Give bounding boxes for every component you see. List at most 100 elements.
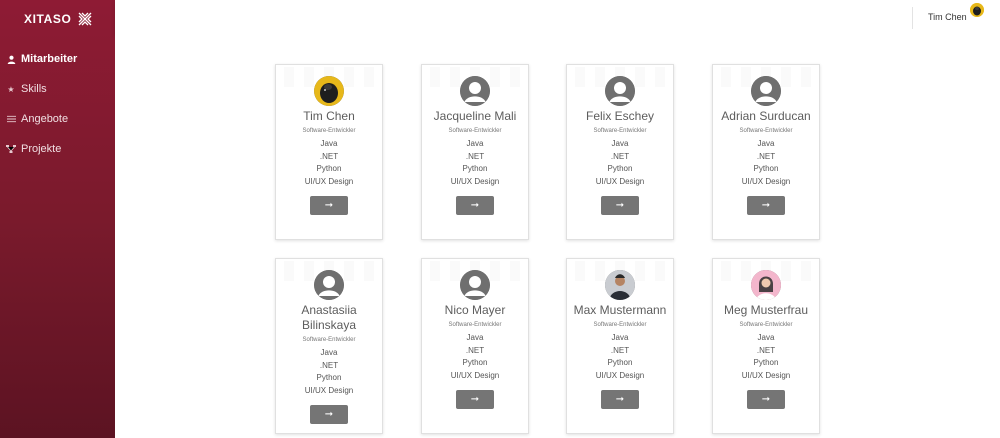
- arrow-right-icon: ➞: [324, 200, 334, 211]
- arrow-right-icon: ➞: [615, 200, 625, 211]
- open-profile-button[interactable]: ➞: [747, 196, 785, 215]
- user-placeholder-icon: [460, 76, 490, 106]
- avatar: [751, 270, 781, 300]
- employee-role: Software-Entwickler: [593, 322, 647, 328]
- skill-item: Python: [462, 164, 488, 173]
- skill-item: Python: [753, 358, 779, 367]
- skill-item: UI/UX Design: [450, 176, 500, 186]
- person-icon: [6, 54, 16, 64]
- employee-card[interactable]: Nico Mayer Software-Entwickler Java .NET Pyt…: [421, 258, 529, 434]
- employee-role: Software-Entwickler: [302, 337, 356, 343]
- user-placeholder-icon: [460, 270, 490, 300]
- user-placeholder-icon: [605, 76, 635, 106]
- arrow-right-icon: ➞: [470, 200, 480, 211]
- top-header: Tim Chen: [115, 0, 1000, 36]
- open-profile-button[interactable]: ➞: [747, 390, 785, 409]
- skill-item: Java: [611, 139, 629, 148]
- skill-item: UI/UX Design: [741, 370, 791, 380]
- skill-item: Python: [316, 164, 342, 173]
- skill-item: .NET: [610, 151, 630, 161]
- employee-name: Adrian Surducan: [721, 109, 811, 123]
- skill-item: Java: [611, 333, 629, 342]
- open-profile-button[interactable]: ➞: [456, 390, 494, 409]
- skill-item: UI/UX Design: [450, 370, 500, 380]
- skill-list: Java .NET Python UI/UX Design: [422, 138, 528, 188]
- open-profile-button[interactable]: ➞: [456, 196, 494, 215]
- sidebar-item-label: Projekte: [21, 143, 62, 155]
- brand-name: XITASO: [24, 12, 72, 26]
- skill-item: Java: [757, 333, 775, 342]
- skill-list: Java .NET Python UI/UX Design: [713, 332, 819, 382]
- skill-item: UI/UX Design: [595, 176, 645, 186]
- avatar: [605, 270, 635, 300]
- hierarchy-icon: [6, 144, 16, 154]
- skill-list: Java .NET Python UI/UX Design: [713, 138, 819, 188]
- sidebar-item-skills[interactable]: ★ Skills: [0, 74, 115, 104]
- employee-card[interactable]: Meg Musterfrau Software-Entwickler Java .NE…: [712, 258, 820, 434]
- avatar: [314, 76, 344, 106]
- user-placeholder-icon: [314, 270, 344, 300]
- skill-item: UI/UX Design: [595, 370, 645, 380]
- employee-name: Anastasiia Bilinskaya: [301, 303, 357, 332]
- header-user-name[interactable]: Tim Chen: [928, 12, 967, 22]
- employee-card[interactable]: Max Mustermann Software-Entwickler Java .NE…: [566, 258, 674, 434]
- list-icon: [6, 114, 16, 124]
- employee-name: Tim Chen: [303, 109, 355, 123]
- employee-name: Max Mustermann: [573, 303, 667, 317]
- main-content: Tim Chen Software-Entwickler Java .NET Pytho…: [115, 36, 1000, 438]
- skill-item: .NET: [319, 360, 339, 370]
- employee-name: Meg Musterfrau: [723, 303, 809, 317]
- star-icon: ★: [7, 84, 15, 94]
- sidebar-item-label: Angebote: [21, 113, 69, 125]
- header-divider: [912, 7, 913, 29]
- sidebar: XITASO Mitarbeiter ★ Skills Angebote Pro…: [0, 0, 115, 438]
- employee-role: Software-Entwickler: [448, 322, 502, 328]
- employee-role: Software-Entwickler: [593, 128, 647, 134]
- open-profile-button[interactable]: ➞: [310, 196, 348, 215]
- employee-name: Felix Eschey: [585, 109, 655, 123]
- employee-card[interactable]: Felix Eschey Software-Entwickler Java .NET P…: [566, 64, 674, 240]
- arrow-right-icon: ➞: [615, 394, 625, 405]
- sidebar-item-label: Skills: [21, 83, 47, 95]
- arrow-right-icon: ➞: [470, 394, 480, 405]
- header-user-avatar[interactable]: [970, 3, 984, 17]
- skill-item: Java: [320, 348, 338, 357]
- sidebar-nav: Mitarbeiter ★ Skills Angebote Projekte: [0, 44, 115, 164]
- skill-list: Java .NET Python UI/UX Design: [422, 332, 528, 382]
- employee-card[interactable]: Adrian Surducan Software-Entwickler Java .N…: [712, 64, 820, 240]
- open-profile-button[interactable]: ➞: [310, 405, 348, 424]
- employee-role: Software-Entwickler: [739, 322, 793, 328]
- employee-card[interactable]: Jacqueline Mali Software-Entwickler Java .N…: [421, 64, 529, 240]
- employee-name: Nico Mayer: [444, 303, 506, 317]
- xitaso-x-logo-icon: [77, 11, 93, 27]
- skill-item: .NET: [610, 345, 630, 355]
- sidebar-item-label: Mitarbeiter: [21, 53, 78, 65]
- skill-item: Python: [607, 164, 633, 173]
- employee-card[interactable]: Anastasiia Bilinskaya Software-Entwickler…: [275, 258, 383, 434]
- open-profile-button[interactable]: ➞: [601, 196, 639, 215]
- employee-card[interactable]: Tim Chen Software-Entwickler Java .NET Pytho…: [275, 64, 383, 240]
- skill-list: Java .NET Python UI/UX Design: [276, 347, 382, 397]
- skill-item: Java: [320, 139, 338, 148]
- skill-item: Python: [462, 358, 488, 367]
- employee-role: Software-Entwickler: [302, 128, 356, 134]
- skill-item: .NET: [465, 151, 485, 161]
- skill-item: Python: [753, 164, 779, 173]
- skill-list: Java .NET Python UI/UX Design: [567, 332, 673, 382]
- employee-grid: Tim Chen Software-Entwickler Java .NET Pytho…: [275, 64, 820, 438]
- sidebar-item-mitarbeiter[interactable]: Mitarbeiter: [0, 44, 115, 74]
- user-placeholder-icon: [751, 76, 781, 106]
- skill-item: Python: [316, 373, 342, 382]
- skill-list: Java .NET Python UI/UX Design: [276, 138, 382, 188]
- employee-name: Jacqueline Mali: [433, 109, 517, 123]
- skill-item: Java: [466, 333, 484, 342]
- skill-item: UI/UX Design: [741, 176, 791, 186]
- arrow-right-icon: ➞: [761, 200, 771, 211]
- skill-item: Java: [466, 139, 484, 148]
- brand-logo[interactable]: XITASO: [24, 10, 93, 28]
- arrow-right-icon: ➞: [761, 394, 771, 405]
- employee-role: Software-Entwickler: [739, 128, 793, 134]
- sidebar-item-angebote[interactable]: Angebote: [0, 104, 115, 134]
- sidebar-item-projekte[interactable]: Projekte: [0, 134, 115, 164]
- open-profile-button[interactable]: ➞: [601, 390, 639, 409]
